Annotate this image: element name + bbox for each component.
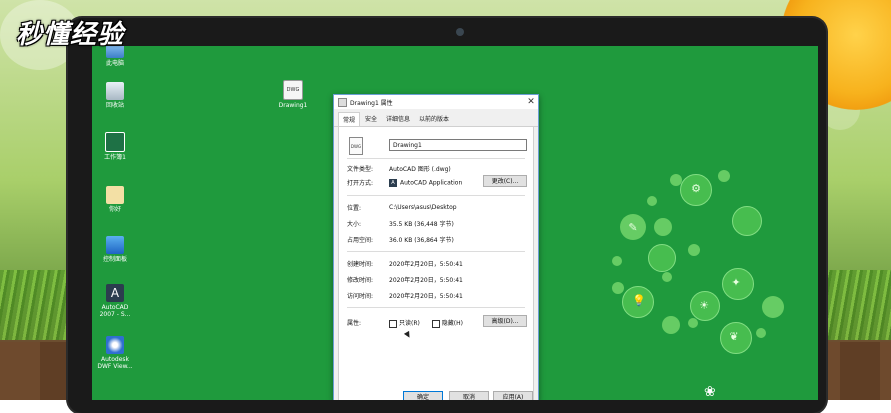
folder-icon bbox=[106, 186, 124, 204]
excel-file-icon bbox=[105, 132, 125, 152]
desktop-icon-label: 你好 bbox=[108, 206, 121, 213]
ok-button[interactable]: 确定 bbox=[403, 391, 443, 400]
close-icon[interactable]: ✕ bbox=[524, 97, 538, 107]
tab-previous-versions[interactable]: 以前的版本 bbox=[415, 112, 453, 126]
desktop-icon-label: AutoCAD 2007 - S... bbox=[99, 304, 131, 318]
desktop-icon-label: Autodesk DWF View... bbox=[97, 356, 133, 370]
location-value: C:\Users\asus\Desktop bbox=[389, 204, 457, 211]
autocad-icon: A bbox=[389, 178, 397, 187]
bulb-node bbox=[612, 256, 622, 266]
hidden-checkbox[interactable] bbox=[431, 319, 440, 328]
bulb-node bbox=[662, 316, 680, 334]
bulb-node bbox=[756, 328, 766, 338]
desktop-icon-workbook[interactable]: 工作簿1 bbox=[95, 132, 135, 161]
sun-icon: ☀ bbox=[699, 299, 709, 312]
desktop-screen: 此电脑 回收站 工作簿1 你好 控制面板 A AutoCAD 2007 - S.… bbox=[92, 46, 818, 400]
open-with-label: 打开方式: bbox=[347, 180, 374, 187]
file-type-value: AutoCAD 图形 (.dwg) bbox=[389, 166, 451, 173]
tab-security[interactable]: 安全 bbox=[361, 112, 381, 126]
dialog-title: Drawing1 属性 bbox=[350, 99, 393, 107]
desktop-icon-recycle-bin[interactable]: 回收站 bbox=[95, 82, 135, 109]
autocad-icon: A bbox=[106, 284, 124, 302]
general-pane: DWG Drawing1 文件类型: AutoCAD 图形 (.dwg) 打开方… bbox=[338, 126, 534, 400]
dwg-file-icon: DWG bbox=[283, 80, 303, 100]
divider bbox=[347, 195, 525, 196]
modified-row: 修改时间: 2020年2月20日，5:50:41 bbox=[347, 275, 525, 284]
bulb-node bbox=[688, 244, 700, 256]
bulb-node bbox=[647, 196, 657, 206]
created-label: 创建时间: bbox=[347, 261, 374, 268]
file-type-row: 文件类型: AutoCAD 图形 (.dwg) bbox=[347, 164, 525, 173]
desktop-icon-label: Drawing1 bbox=[278, 102, 308, 109]
bulb-node bbox=[648, 244, 676, 272]
desktop-icon-autocad[interactable]: A AutoCAD 2007 - S... bbox=[95, 284, 135, 318]
tab-bar: 常规 安全 详细信息 以前的版本 bbox=[334, 109, 538, 127]
control-panel-icon bbox=[106, 236, 124, 254]
divider bbox=[347, 307, 525, 308]
divider bbox=[347, 251, 525, 252]
lightbulb-icon: 💡 bbox=[632, 294, 646, 307]
size-value: 35.5 KB (36,448 字节) bbox=[389, 221, 454, 228]
created-row: 创建时间: 2020年2月20日，5:50:41 bbox=[347, 259, 525, 268]
apply-button[interactable]: 应用(A) bbox=[493, 391, 533, 400]
size-row: 大小: 35.5 KB (36,448 字节) bbox=[347, 219, 525, 228]
desktop-icon-dwf-viewer[interactable]: Autodesk DWF View... bbox=[95, 336, 135, 370]
bulb-node bbox=[718, 170, 730, 182]
properties-dialog: Drawing1 属性 ✕ 常规 安全 详细信息 以前的版本 DWG Drawi… bbox=[333, 94, 539, 400]
size-on-disk-row: 占用空间: 36.0 KB (36,864 字节) bbox=[347, 235, 525, 244]
accessed-row: 访问时间: 2020年2月20日，5:50:41 bbox=[347, 291, 525, 300]
modified-value: 2020年2月20日，5:50:41 bbox=[389, 277, 463, 284]
change-button[interactable]: 更改(C)... bbox=[483, 175, 527, 187]
open-with-value: AutoCAD Application bbox=[400, 179, 463, 186]
size-on-disk-value: 36.0 KB (36,864 字节) bbox=[389, 237, 454, 244]
puzzle-icon: ✦ bbox=[731, 276, 741, 289]
dwg-file-icon: DWG bbox=[349, 137, 363, 155]
readonly-checkbox[interactable] bbox=[389, 319, 397, 328]
divider bbox=[347, 158, 525, 159]
bulb-node bbox=[612, 282, 624, 294]
hidden-label: 隐藏(H) bbox=[441, 320, 463, 327]
readonly-label: 只读(R) bbox=[399, 320, 420, 327]
mouse-cursor bbox=[403, 330, 413, 340]
desktop-icon-label: 工作簿1 bbox=[104, 154, 126, 161]
attributes-row: 属性: 只读(R) 隐藏(H) 高级(D)... bbox=[347, 315, 527, 328]
bulb-node bbox=[654, 218, 672, 236]
tab-general[interactable]: 常规 bbox=[338, 112, 361, 126]
cancel-button[interactable]: 取消 bbox=[449, 391, 489, 400]
desktop-icon-label: 此电脑 bbox=[105, 60, 124, 67]
desktop-icon-label: 控制面板 bbox=[102, 256, 127, 263]
dwf-viewer-icon bbox=[106, 336, 124, 354]
created-value: 2020年2月20日，5:50:41 bbox=[389, 261, 463, 268]
bulb-node bbox=[688, 318, 698, 328]
file-type-label: 文件类型: bbox=[347, 166, 374, 173]
dialog-titlebar[interactable]: Drawing1 属性 ✕ bbox=[334, 95, 538, 109]
tab-details[interactable]: 详细信息 bbox=[382, 112, 414, 126]
location-label: 位置: bbox=[347, 205, 362, 212]
bulb-node bbox=[762, 296, 784, 318]
desktop-icon-label: 回收站 bbox=[105, 102, 124, 109]
watermark-logo: 秒懂经验 bbox=[16, 20, 125, 50]
size-label: 大小: bbox=[347, 221, 362, 228]
size-on-disk-label: 占用空间: bbox=[347, 237, 374, 244]
leaf-icon: ❦ bbox=[729, 330, 739, 343]
advanced-button[interactable]: 高级(D)... bbox=[483, 315, 527, 327]
file-name-field[interactable]: Drawing1 bbox=[389, 139, 527, 151]
file-icon bbox=[338, 97, 347, 107]
desktop-icon-folder[interactable]: 你好 bbox=[95, 186, 135, 213]
desktop-icon-control-panel[interactable]: 控制面板 bbox=[95, 236, 135, 263]
open-with-row: 打开方式: A AutoCAD Application 更改(C)... bbox=[347, 175, 527, 187]
modified-label: 修改时间: bbox=[347, 277, 374, 284]
desktop-icon-drawing1[interactable]: DWG Drawing1 bbox=[273, 80, 313, 109]
accessed-label: 访问时间: bbox=[347, 293, 374, 300]
bulb-node bbox=[732, 206, 762, 236]
pencil-icon: ✎ bbox=[628, 221, 638, 234]
location-row: 位置: C:\Users\asus\Desktop bbox=[347, 203, 525, 212]
accessed-value: 2020年2月20日，5:50:41 bbox=[389, 293, 463, 300]
gear-icon: ⚙ bbox=[691, 182, 701, 195]
recycle-bin-icon bbox=[106, 82, 124, 100]
bulb-node bbox=[662, 272, 672, 282]
webcam bbox=[456, 28, 464, 36]
paw-print-icon: ❀ bbox=[704, 384, 716, 400]
attributes-label: 属性: bbox=[347, 320, 362, 328]
